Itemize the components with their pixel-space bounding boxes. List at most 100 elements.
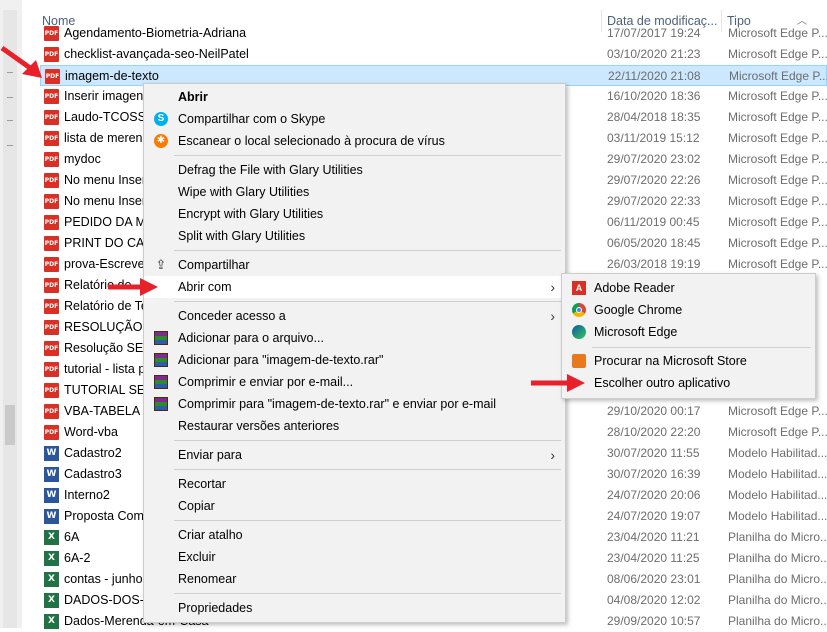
file-date: 26/03/2018 19:19: [607, 257, 701, 271]
menu-delete[interactable]: Excluir: [144, 546, 565, 568]
store-icon: [572, 354, 586, 368]
file-date: 24/07/2020 20:06: [607, 488, 701, 502]
pdf-icon: PDF: [44, 320, 59, 335]
file-name: Inserir imagens: [64, 89, 150, 103]
menu-send-to[interactable]: Enviar para ›: [144, 444, 565, 466]
menu-copy[interactable]: Copiar: [144, 495, 565, 517]
file-date: 29/07/2020 23:02: [607, 152, 701, 166]
menu-grant-access[interactable]: Conceder acesso a ›: [144, 305, 565, 327]
file-date: 17/07/2017 19:24: [607, 26, 701, 40]
file-name: checklist-avançada-seo-NeilPatel: [64, 47, 249, 61]
file-type: Microsoft Edge P...: [728, 215, 827, 229]
pdf-icon: PDF: [44, 110, 59, 125]
menu-add-archive[interactable]: Adicionar para o arquivo...: [144, 327, 565, 349]
file-type: Microsoft Edge P...: [728, 404, 827, 418]
pdf-icon: PDF: [44, 215, 59, 230]
file-name: Cadastro2: [64, 446, 122, 460]
file-name: Interno2: [64, 488, 110, 502]
chrome-icon: [572, 303, 586, 317]
pdf-icon: PDF: [45, 69, 60, 84]
word-icon: W: [44, 467, 59, 482]
open-with-google-chrome[interactable]: Google Chrome: [562, 299, 815, 321]
menu-defrag[interactable]: Defrag the File with Glary Utilities: [144, 159, 565, 181]
file-type: Microsoft Edge P...: [728, 47, 827, 61]
pdf-icon: PDF: [44, 131, 59, 146]
menu-properties[interactable]: Propriedades: [144, 597, 565, 619]
open-with-microsoft-edge[interactable]: Microsoft Edge: [562, 321, 815, 343]
share-icon: ⇪: [155, 257, 167, 272]
file-date: 28/04/2018 18:35: [607, 110, 701, 124]
menu-split[interactable]: Split with Glary Utilities: [144, 225, 565, 247]
winrar-icon: [154, 331, 168, 345]
file-name: 6A: [64, 530, 80, 544]
menu-share-skype[interactable]: S Compartilhar com o Skype: [144, 108, 565, 130]
file-name: mydoc: [64, 152, 101, 166]
file-name: Cadastro3: [64, 467, 122, 481]
excel-icon: X: [44, 530, 59, 545]
menu-cut[interactable]: Recortar: [144, 473, 565, 495]
choose-other-app[interactable]: Escolher outro aplicativo: [562, 372, 815, 394]
nav-scrollbar-thumb[interactable]: [5, 405, 15, 445]
menu-create-shortcut[interactable]: Criar atalho: [144, 524, 565, 546]
file-type: Microsoft Edge P...: [728, 131, 827, 145]
pdf-icon: PDF: [44, 257, 59, 272]
file-date: 04/08/2020 12:02: [607, 593, 701, 607]
file-date: 03/11/2019 15:12: [607, 131, 700, 145]
pdf-icon: PDF: [44, 341, 59, 356]
file-name: prova-Escrever: [64, 257, 149, 271]
menu-open[interactable]: Abrir: [144, 86, 565, 108]
menu-rename[interactable]: Renomear: [144, 568, 565, 590]
chevron-right-icon: ›: [550, 308, 555, 324]
excel-icon: X: [44, 572, 59, 587]
menu-share[interactable]: ⇪ Compartilhar: [144, 254, 565, 276]
file-date: 03/10/2020 21:23: [607, 47, 701, 61]
file-name: No menu Inser: [64, 194, 146, 208]
file-type: Modelo Habilitad...: [728, 509, 827, 523]
file-row[interactable]: PDF Agendamento-Biometria-Adriana 17/07/20…: [40, 23, 827, 44]
file-name: Word-vba: [64, 425, 118, 439]
file-date: 30/07/2020 16:39: [607, 467, 701, 481]
chevron-right-icon: ›: [550, 447, 555, 463]
pdf-icon: PDF: [44, 152, 59, 167]
menu-add-rar[interactable]: Adicionar para "imagem-de-texto.rar": [144, 349, 565, 371]
file-name: lista de merend: [64, 131, 150, 145]
file-name: PEDIDO DA ME: [64, 215, 155, 229]
file-name: tutorial - lista p: [64, 362, 146, 376]
menu-compress-email[interactable]: Comprimir e enviar por e-mail...: [144, 371, 565, 393]
file-type: Planilha do Micro...: [728, 551, 827, 565]
file-date: 29/10/2020 00:17: [607, 404, 701, 418]
file-type: Planilha do Micro...: [728, 530, 827, 544]
context-menu: Abrir S Compartilhar com o Skype ✱ Escan…: [143, 83, 566, 623]
navigation-pane-edge: [0, 0, 22, 628]
search-microsoft-store[interactable]: Procurar na Microsoft Store: [562, 350, 815, 372]
file-date: 29/07/2020 22:33: [607, 194, 701, 208]
file-row[interactable]: PDF checklist-avançada-seo-NeilPatel 03/10…: [40, 44, 827, 65]
nav-scrollbar[interactable]: [3, 10, 17, 628]
file-name: contas - junho: [64, 572, 143, 586]
menu-encrypt[interactable]: Encrypt with Glary Utilities: [144, 203, 565, 225]
file-type: Microsoft Edge P...: [728, 236, 827, 250]
menu-open-with[interactable]: Abrir com ›: [144, 276, 565, 298]
file-name: No menu Inser: [64, 173, 146, 187]
menu-scan-virus[interactable]: ✱ Escanear o local selecionado à procura…: [144, 130, 565, 152]
file-type: Planilha do Micro...: [728, 593, 827, 607]
open-with-submenu: A Adobe Reader Google Chrome Microsoft E…: [561, 273, 816, 399]
file-type: Modelo Habilitad...: [728, 467, 827, 481]
file-date: 22/11/2020 21:08: [608, 69, 701, 83]
menu-compress-rar-email[interactable]: Comprimir para "imagem-de-texto.rar" e e…: [144, 393, 565, 415]
file-date: 29/09/2020 10:57: [607, 614, 701, 628]
file-type: Modelo Habilitad...: [728, 446, 827, 460]
file-name: PRINT DO CAL: [64, 236, 152, 250]
menu-wipe[interactable]: Wipe with Glary Utilities: [144, 181, 565, 203]
pdf-icon: PDF: [44, 383, 59, 398]
file-type: Planilha do Micro...: [728, 614, 827, 628]
menu-restore-versions[interactable]: Restaurar versões anteriores: [144, 415, 565, 437]
file-type: Modelo Habilitad...: [728, 488, 827, 502]
adobe-reader-icon: A: [572, 281, 586, 295]
winrar-icon: [154, 353, 168, 367]
open-with-adobe-reader[interactable]: A Adobe Reader: [562, 277, 815, 299]
pdf-icon: PDF: [44, 194, 59, 209]
file-name: Resolução SE-S: [64, 341, 156, 355]
pdf-icon: PDF: [44, 404, 59, 419]
file-type: Microsoft Edge P...: [728, 110, 827, 124]
